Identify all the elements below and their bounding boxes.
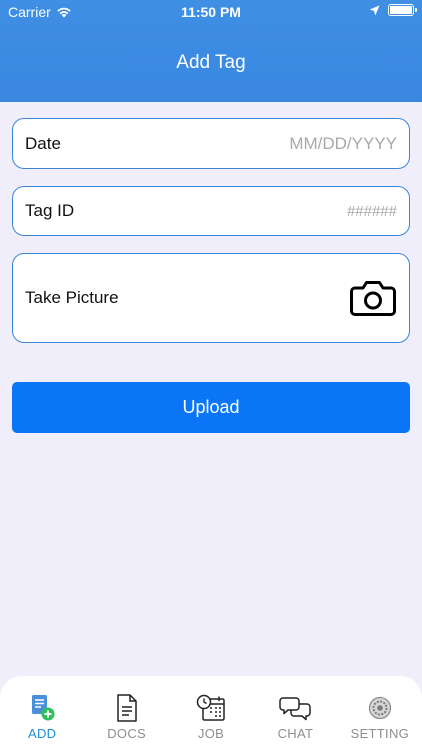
date-field-card[interactable]: Date (12, 118, 410, 169)
tab-label: JOB (197, 726, 225, 741)
date-label: Date (25, 133, 61, 153)
calendar-clock-icon (196, 694, 225, 721)
gear-icon (368, 696, 391, 720)
tab-job[interactable]: JOB (169, 676, 253, 750)
tab-setting[interactable]: SETTING (338, 676, 422, 750)
take-picture-card[interactable]: Take Picture (12, 253, 410, 343)
header-bar: Carrier 11:50 PM Add Tag (0, 0, 422, 102)
tag-id-input[interactable] (217, 202, 397, 220)
camera-button[interactable] (349, 278, 397, 318)
tab-bar: ADD DOCS JOB CHAT SETTING (0, 676, 422, 750)
battery-icon (388, 4, 417, 16)
status-time: 11:50 PM (181, 4, 241, 20)
tag-id-field-card[interactable]: Tag ID (12, 186, 410, 236)
tab-label: CHAT (277, 726, 314, 741)
page-title: Add Tag (176, 52, 246, 73)
add-document-icon (32, 695, 55, 721)
camera-icon (350, 281, 396, 316)
tab-docs[interactable]: DOCS (84, 676, 168, 750)
tab-add[interactable]: ADD (0, 676, 84, 750)
date-input[interactable] (217, 133, 397, 154)
tab-chat[interactable]: CHAT (253, 676, 337, 750)
status-right-group (369, 4, 417, 16)
location-arrow-icon (369, 5, 380, 15)
tab-label: DOCS (107, 726, 146, 741)
upload-button[interactable]: Upload (12, 382, 410, 433)
tag-id-label: Tag ID (25, 201, 75, 220)
chat-bubbles-icon (279, 697, 312, 721)
take-picture-label: Take Picture (25, 288, 119, 307)
tab-label: ADD (28, 726, 57, 741)
tab-label: SETTING (350, 726, 410, 741)
document-icon (116, 694, 137, 722)
battery-fill (390, 6, 412, 14)
status-bar: Carrier 11:50 PM (0, 0, 422, 26)
